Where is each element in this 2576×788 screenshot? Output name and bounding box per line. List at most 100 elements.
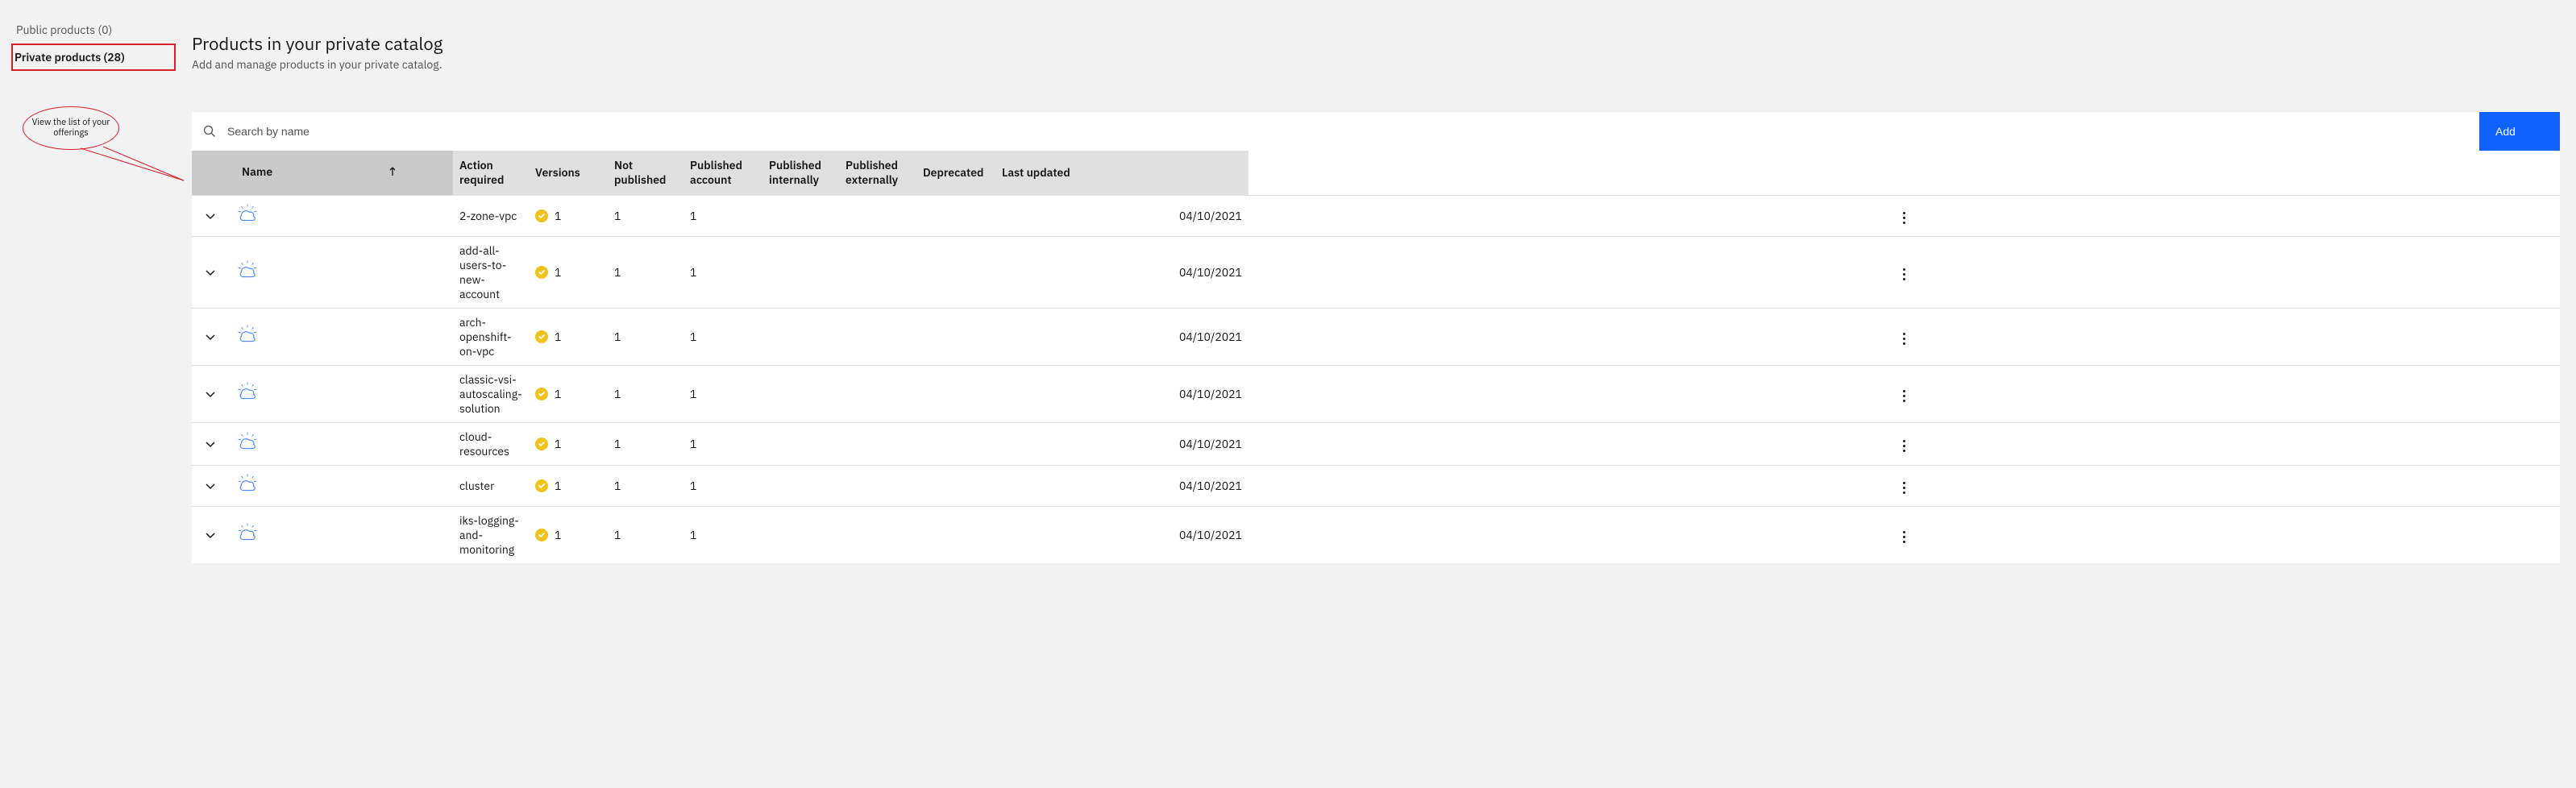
product-name[interactable]: cloud-resources [453, 423, 529, 466]
deprecated-cell [995, 196, 1173, 237]
not-published-cell: 1 [683, 466, 762, 507]
published-account-cell [762, 196, 839, 237]
chevron-down-icon [206, 392, 215, 398]
published-internally-cell [839, 309, 916, 366]
cloud-icon [235, 430, 260, 454]
expand-toggle[interactable] [192, 507, 229, 564]
product-name[interactable]: arch-openshift-on-vpc [453, 309, 529, 366]
product-icon-cell [229, 507, 453, 564]
col-not-published[interactable]: Not published [608, 151, 683, 196]
search-input[interactable] [227, 125, 2468, 138]
table-row: 2-zone-vpc 11104/10/2021 [192, 196, 2560, 237]
overflow-menu[interactable] [1249, 309, 2560, 366]
expand-toggle[interactable] [192, 423, 229, 466]
versions-cell: 1 [608, 507, 683, 564]
deprecated-cell [995, 507, 1173, 564]
expand-toggle[interactable] [192, 466, 229, 507]
last-updated-cell: 04/10/2021 [1173, 423, 1249, 466]
status-badge-icon [535, 330, 548, 343]
overflow-menu-icon[interactable] [1898, 385, 1910, 407]
expand-toggle[interactable] [192, 309, 229, 366]
status-badge-icon [535, 479, 548, 492]
published-account-cell [762, 237, 839, 309]
col-published-externally[interactable]: Published externally [839, 151, 916, 196]
table-row: iks-logging-and-monitoring 11104/10/2021 [192, 507, 2560, 564]
chevron-down-icon [206, 214, 215, 220]
expand-toggle[interactable] [192, 366, 229, 423]
product-name[interactable]: iks-logging-and-monitoring [453, 507, 529, 564]
status-badge-icon [535, 209, 548, 222]
col-last-updated[interactable]: Last updated [995, 151, 1173, 196]
published-externally-cell [916, 366, 995, 423]
last-updated-cell: 04/10/2021 [1173, 507, 1249, 564]
col-action-required[interactable]: Action required [453, 151, 529, 196]
cloud-icon [235, 472, 260, 496]
not-published-cell: 1 [683, 309, 762, 366]
status-badge-icon [535, 438, 548, 450]
versions-cell: 1 [608, 423, 683, 466]
col-published-internally[interactable]: Published internally [762, 151, 839, 196]
product-icon-cell [229, 237, 453, 309]
overflow-menu-icon[interactable] [1898, 328, 1910, 350]
col-deprecated[interactable]: Deprecated [916, 151, 995, 196]
product-icon-cell [229, 366, 453, 423]
callout-text: View the list of your offerings [28, 118, 114, 139]
product-name[interactable]: classic-vsi-autoscaling-solution [453, 366, 529, 423]
table-row: cloud-resources 11104/10/2021 [192, 423, 2560, 466]
overflow-menu[interactable] [1249, 507, 2560, 564]
overflow-menu[interactable] [1249, 366, 2560, 423]
expand-toggle[interactable] [192, 237, 229, 309]
table-row: arch-openshift-on-vpc 11104/10/2021 [192, 309, 2560, 366]
overflow-menu-icon[interactable] [1898, 435, 1910, 457]
versions-cell: 1 [608, 196, 683, 237]
search-wrap [192, 112, 2479, 151]
overflow-menu[interactable] [1249, 466, 2560, 507]
published-externally-cell [916, 309, 995, 366]
versions-cell: 1 [608, 466, 683, 507]
product-name[interactable]: cluster [453, 466, 529, 507]
overflow-menu-icon[interactable] [1898, 207, 1910, 229]
action-required-cell: 1 [529, 237, 608, 309]
sidebar: Public products (0)Private products (28)… [15, 16, 176, 71]
table-row: add-all-users-to-new-account 11104/10/20… [192, 237, 2560, 309]
status-badge-icon [535, 388, 548, 400]
sidebar-item-1[interactable]: Private products (28) [11, 44, 176, 71]
product-name[interactable]: 2-zone-vpc [453, 196, 529, 237]
overflow-menu-icon[interactable] [1898, 263, 1910, 285]
published-account-cell [762, 309, 839, 366]
published-account-cell [762, 366, 839, 423]
main-content: Products in your private catalog Add and… [176, 16, 2576, 563]
overflow-menu[interactable] [1249, 196, 2560, 237]
cloud-icon [235, 521, 260, 545]
versions-cell: 1 [608, 237, 683, 309]
col-versions[interactable]: Versions [529, 151, 608, 196]
overflow-menu[interactable] [1249, 423, 2560, 466]
published-internally-cell [839, 507, 916, 564]
overflow-menu[interactable] [1249, 237, 2560, 309]
status-badge-icon [535, 266, 548, 279]
chevron-down-icon [206, 533, 215, 539]
published-internally-cell [839, 423, 916, 466]
product-name[interactable]: add-all-users-to-new-account [453, 237, 529, 309]
add-button[interactable]: Add [2479, 112, 2560, 151]
published-internally-cell [839, 466, 916, 507]
published-externally-cell [916, 237, 995, 309]
status-badge-icon [535, 529, 548, 541]
action-required-cell: 1 [529, 196, 608, 237]
published-externally-cell [916, 466, 995, 507]
overflow-menu-icon[interactable] [1898, 526, 1910, 548]
published-externally-cell [916, 507, 995, 564]
col-published-account[interactable]: Published account [683, 151, 762, 196]
sidebar-item-0[interactable]: Public products (0) [15, 16, 176, 44]
product-icon-cell [229, 423, 453, 466]
not-published-cell: 1 [683, 507, 762, 564]
callout-annotation: View the list of your offerings [23, 106, 200, 284]
toolbar: Add [192, 112, 2560, 151]
product-icon-cell [229, 309, 453, 366]
published-internally-cell [839, 196, 916, 237]
last-updated-cell: 04/10/2021 [1173, 237, 1249, 309]
last-updated-cell: 04/10/2021 [1173, 309, 1249, 366]
col-name[interactable]: Name [229, 151, 453, 196]
expand-toggle[interactable] [192, 196, 229, 237]
overflow-menu-icon[interactable] [1898, 477, 1910, 499]
